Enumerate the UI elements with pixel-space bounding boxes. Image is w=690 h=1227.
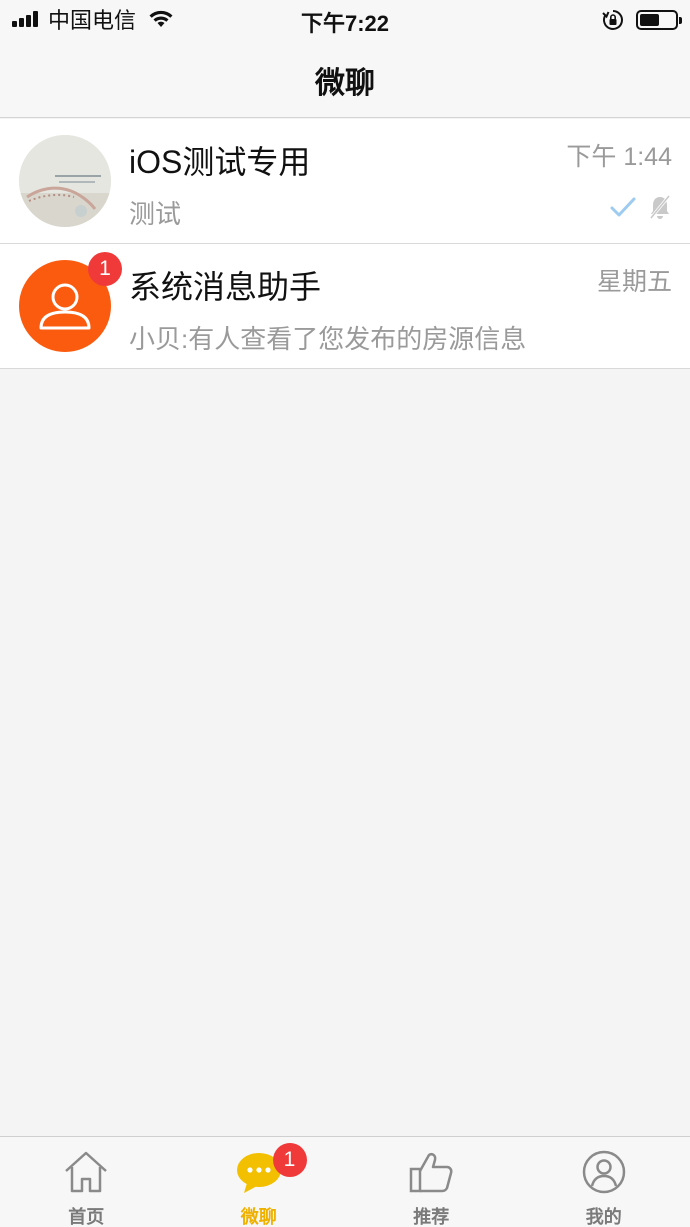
photo-avatar <box>19 135 111 227</box>
chat-preview: 测试 <box>129 199 182 229</box>
chat-preview: 小贝:有人查看了您发布的房源信息 <box>129 324 527 354</box>
tab-label: 微聊 <box>240 1207 277 1227</box>
unread-badge: 1 <box>88 252 122 286</box>
read-check-icon <box>610 197 636 217</box>
home-icon <box>65 1151 108 1193</box>
battery-level <box>640 14 659 26</box>
tab-badge: 1 <box>272 1143 307 1177</box>
chat-name: 系统消息助手 <box>129 269 322 305</box>
status-bar: 中国电信 下午7:22 <box>0 0 690 38</box>
muted-bell-icon <box>649 195 671 219</box>
battery-icon <box>636 10 682 30</box>
tab-recommend[interactable]: 推荐 <box>345 1137 518 1227</box>
chat-row-ios-test[interactable]: iOS测试专用 测试 下午 1:44 <box>0 119 690 244</box>
profile-icon <box>582 1150 625 1194</box>
chat-row-system-assistant[interactable]: 1 系统消息助手 小贝:有人查看了您发布的房源信息 星期五 <box>0 244 690 369</box>
chat-list: iOS测试专用 测试 下午 1:44 1 系统消息助手 小贝:有人查看了您发布的… <box>0 119 690 369</box>
clock: 下午7:22 <box>300 11 390 36</box>
nav-bar: 微聊 <box>0 38 690 118</box>
page-title: 微聊 <box>315 67 375 100</box>
tab-bar: 首页 1 微聊 推荐 我的 <box>0 1136 690 1227</box>
tab-me[interactable]: 我的 <box>518 1137 690 1227</box>
tab-label: 推荐 <box>413 1207 450 1227</box>
tab-label: 首页 <box>68 1207 105 1227</box>
thumbs-up-icon <box>410 1152 453 1193</box>
tab-chat[interactable]: 1 微聊 <box>173 1137 346 1227</box>
chat-time: 下午 1:44 <box>566 143 672 171</box>
chat-name: iOS测试专用 <box>129 144 311 180</box>
rotation-lock-icon <box>602 10 623 30</box>
chat-time: 星期五 <box>596 268 672 296</box>
tab-label: 我的 <box>585 1207 622 1227</box>
tab-home[interactable]: 首页 <box>0 1137 173 1227</box>
